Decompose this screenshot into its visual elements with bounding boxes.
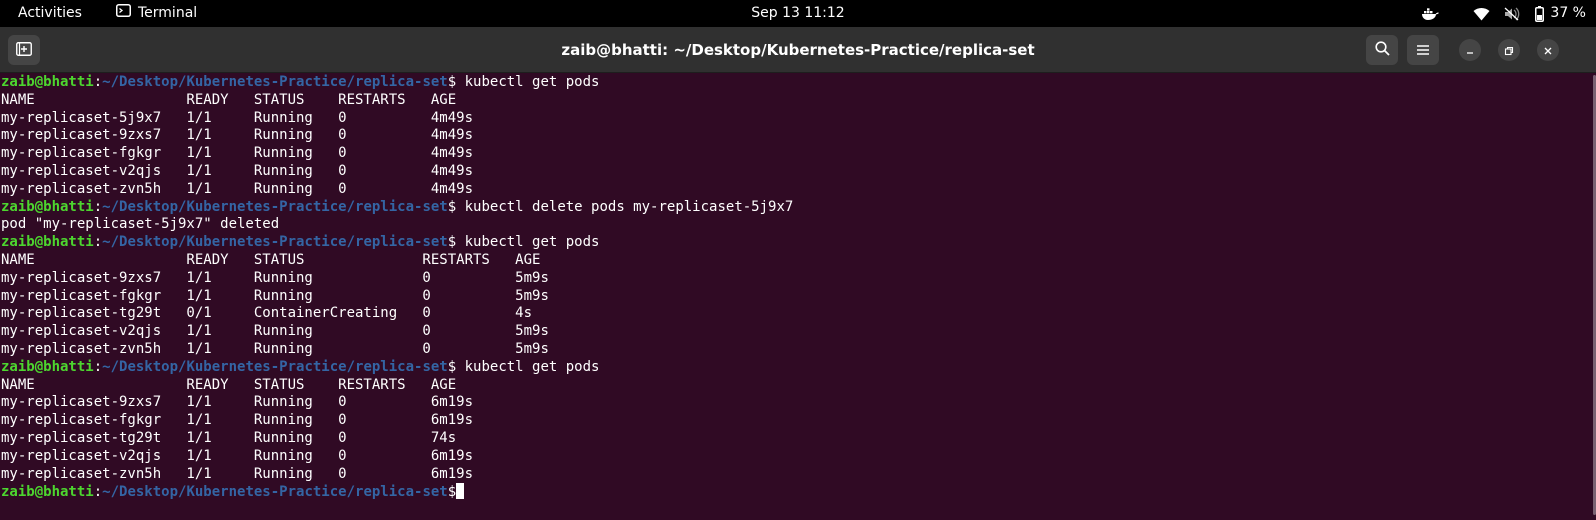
- search-button[interactable]: [1366, 35, 1398, 65]
- app-name: Terminal: [138, 5, 198, 21]
- prompt-path: ~/Desktop/Kubernetes-Practice/replica-se…: [102, 484, 448, 501]
- new-tab-button[interactable]: [8, 35, 40, 65]
- output-line: my-replicaset-v2qjs 1/1 Running 0 4m49s: [1, 162, 474, 179]
- close-icon: [1543, 41, 1553, 60]
- terminal-view[interactable]: zaib@bhatti:~/Desktop/Kubernetes-Practic…: [0, 73, 1590, 520]
- restore-icon: [1504, 41, 1514, 60]
- output-line: my-replicaset-v2qjs 1/1 Running 0 6m19s: [1, 447, 474, 464]
- prompt-symbol: $: [447, 234, 457, 251]
- output-line: my-replicaset-zvn5h 1/1 Running 0 4m49s: [1, 180, 474, 197]
- output-line: NAME READY STATUS RESTARTS AGE: [1, 91, 457, 108]
- command-text: kubectl get pods: [456, 234, 600, 251]
- output-line: my-replicaset-9zxs7 1/1 Running 0 5m9s: [1, 269, 549, 286]
- prompt-path: ~/Desktop/Kubernetes-Practice/replica-se…: [102, 198, 448, 215]
- output-line: my-replicaset-zvn5h 1/1 Running 0 6m19s: [1, 465, 474, 482]
- output-line: my-replicaset-v2qjs 1/1 Running 0 5m9s: [1, 323, 549, 340]
- prompt-colon: :: [93, 484, 103, 501]
- docker-icon[interactable]: [1421, 7, 1439, 21]
- system-tray[interactable]: 37 %: [1421, 0, 1586, 27]
- prompt-user-host: zaib@bhatti: [1, 198, 94, 215]
- prompt-colon: :: [93, 358, 103, 375]
- top-bar: Activities Terminal Sep 13 11:12 37 %: [0, 0, 1596, 27]
- prompt-symbol: $: [447, 198, 457, 215]
- prompt-path: ~/Desktop/Kubernetes-Practice/replica-se…: [102, 74, 448, 90]
- terminal-output: zaib@bhatti:~/Desktop/Kubernetes-Practic…: [1, 74, 793, 501]
- volume-muted-icon: [1504, 7, 1521, 21]
- battery-icon: [1535, 5, 1545, 22]
- prompt-user-host: zaib@bhatti: [1, 74, 94, 90]
- prompt-symbol: $: [447, 74, 457, 90]
- output-line: pod "my-replicaset-5j9x7" deleted: [1, 216, 280, 233]
- prompt-line: zaib@bhatti:~/Desktop/Kubernetes-Practic…: [1, 234, 793, 252]
- output-line: my-replicaset-fgkgr 1/1 Running 0 4m49s: [1, 145, 474, 162]
- prompt-line: zaib@bhatti:~/Desktop/Kubernetes-Practic…: [1, 359, 793, 377]
- output-line: NAME READY STATUS RESTARTS AGE: [1, 251, 541, 268]
- command-text: kubectl get pods: [456, 74, 600, 90]
- terminal-app-icon: [116, 0, 131, 27]
- clock[interactable]: Sep 13 11:12: [751, 5, 844, 21]
- cursor: [456, 483, 465, 500]
- prompt-colon: :: [93, 198, 103, 215]
- prompt-colon: :: [93, 234, 103, 251]
- prompt-line: zaib@bhatti:~/Desktop/Kubernetes-Practic…: [1, 199, 793, 217]
- output-line: my-replicaset-tg29t 1/1 Running 0 74s: [1, 429, 457, 446]
- output-line: my-replicaset-fgkgr 1/1 Running 0 6m19s: [1, 412, 474, 429]
- prompt-line: zaib@bhatti:~/Desktop/Kubernetes-Practic…: [1, 74, 793, 92]
- output-line: NAME READY STATUS RESTARTS AGE: [1, 376, 457, 393]
- prompt-symbol: $: [447, 484, 457, 501]
- main-menu-button[interactable]: [1407, 35, 1439, 65]
- output-line: my-replicaset-tg29t 0/1 ContainerCreatin…: [1, 305, 533, 322]
- prompt-user-host: zaib@bhatti: [1, 484, 94, 501]
- output-line: my-replicaset-zvn5h 1/1 Running 0 5m9s: [1, 340, 549, 357]
- hamburger-menu-icon: [1416, 41, 1430, 60]
- minimize-icon: [1465, 41, 1475, 60]
- output-line: my-replicaset-fgkgr 1/1 Running 0 5m9s: [1, 287, 549, 304]
- prompt-line: zaib@bhatti:~/Desktop/Kubernetes-Practic…: [1, 483, 793, 501]
- command-text: kubectl get pods: [456, 358, 600, 375]
- output-line: my-replicaset-9zxs7 1/1 Running 0 6m19s: [1, 394, 474, 411]
- restore-button[interactable]: [1498, 39, 1520, 61]
- new-tab-icon: [16, 41, 32, 60]
- output-line: my-replicaset-5j9x7 1/1 Running 0 4m49s: [1, 109, 474, 126]
- window-title: zaib@bhatti: ~/Desktop/Kubernetes-Practi…: [561, 41, 1035, 59]
- minimize-button[interactable]: [1459, 39, 1481, 61]
- header-bar: zaib@bhatti: ~/Desktop/Kubernetes-Practi…: [0, 27, 1596, 73]
- search-icon: [1374, 40, 1390, 60]
- output-line: my-replicaset-9zxs7 1/1 Running 0 4m49s: [1, 127, 474, 144]
- wifi-icon: [1473, 7, 1490, 21]
- activities-button[interactable]: Activities: [18, 0, 82, 27]
- prompt-path: ~/Desktop/Kubernetes-Practice/replica-se…: [102, 358, 448, 375]
- prompt-user-host: zaib@bhatti: [1, 234, 94, 251]
- prompt-user-host: zaib@bhatti: [1, 358, 94, 375]
- battery-percent: 37 %: [1550, 5, 1586, 21]
- close-button[interactable]: [1537, 39, 1559, 61]
- app-menu[interactable]: Terminal: [116, 0, 197, 27]
- prompt-symbol: $: [447, 358, 457, 375]
- command-text: kubectl delete pods my-replicaset-5j9x7: [456, 198, 794, 215]
- prompt-colon: :: [93, 74, 103, 90]
- prompt-path: ~/Desktop/Kubernetes-Practice/replica-se…: [102, 234, 448, 251]
